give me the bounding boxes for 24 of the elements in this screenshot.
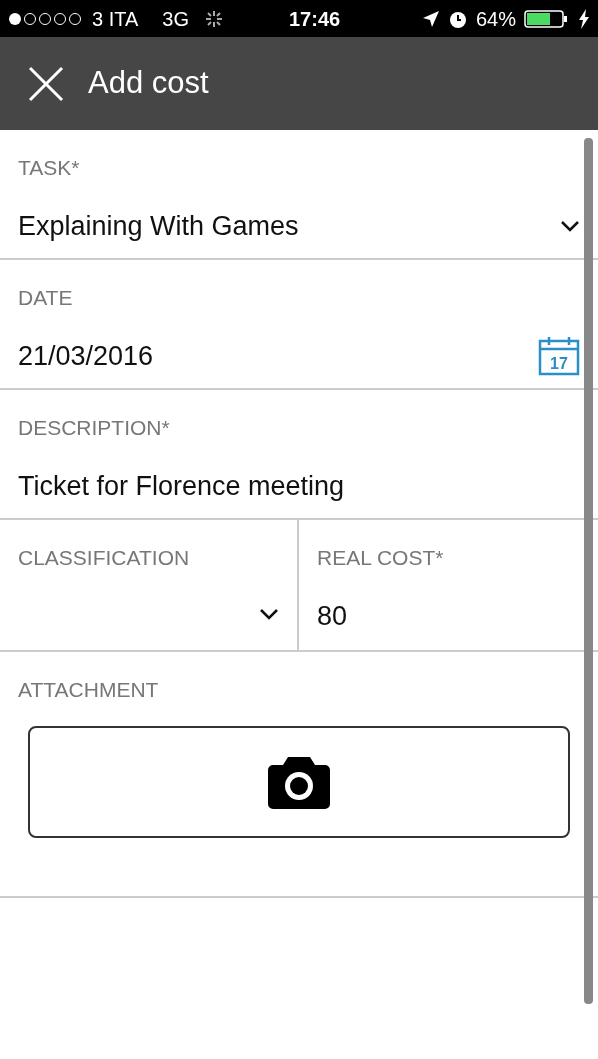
status-time: 17:46	[289, 6, 341, 32]
input-field[interactable]: 21/03/2016 17	[18, 335, 580, 376]
battery-percent: 64%	[475, 6, 516, 32]
network-type: 3G	[162, 6, 189, 32]
camera-icon	[268, 754, 330, 809]
battery-icon	[524, 8, 570, 29]
field-label: ATTACHMENT	[17, 677, 160, 703]
charging-icon	[578, 8, 590, 29]
location-icon	[421, 9, 440, 28]
field-label: CLASSIFICATION	[18, 545, 191, 571]
input-field[interactable]: Ticket for Florence meeting	[18, 465, 580, 506]
chevron-down-icon	[560, 219, 580, 232]
page-title: Add cost	[88, 64, 209, 103]
field-label: REAL COST*	[317, 545, 445, 571]
dropdown-field[interactable]: Explaining With Games	[18, 205, 580, 246]
close-icon[interactable]	[28, 65, 64, 102]
input-field[interactable]: 80	[317, 595, 580, 636]
activity-icon	[205, 9, 223, 28]
field-label: DESCRIPTION*	[18, 415, 171, 441]
carrier-name: 3 ITA	[92, 6, 139, 32]
field-label: TASK*	[18, 155, 81, 181]
field-label: DATE	[18, 285, 74, 311]
attach-photo-button[interactable]	[28, 725, 570, 838]
chevron-down-icon	[259, 607, 279, 620]
